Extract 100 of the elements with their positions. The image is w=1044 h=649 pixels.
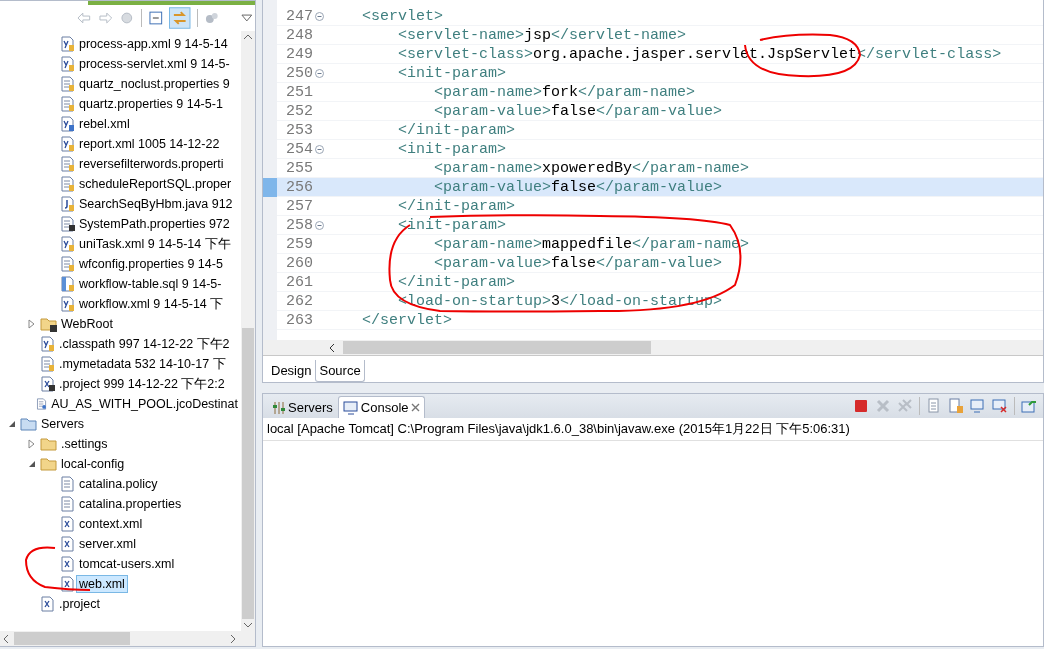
tree-item[interactable]: report.xml 1005 14-12-22 (76, 135, 223, 153)
tree-item[interactable]: process-app.xml 9 14-5-14 (76, 35, 231, 53)
xml-file-icon (40, 596, 56, 612)
collapse-all-icon[interactable] (147, 10, 164, 26)
file-icon (60, 296, 76, 312)
code-line: </init-param> (397, 273, 516, 291)
tree-item[interactable]: catalina.policy (76, 475, 161, 493)
line-number: 258 (285, 216, 313, 234)
code-line: </init-param> (397, 197, 516, 215)
line-number: 260 (285, 254, 313, 272)
fold-icon[interactable] (315, 220, 324, 230)
monitor-close-icon[interactable] (992, 398, 1008, 414)
file-icon (60, 276, 76, 292)
tree-item[interactable]: SearchSeqByHbm.java 912 (76, 195, 236, 213)
code-line: <init-param> (397, 216, 507, 234)
tree-item[interactable]: local-config (58, 455, 128, 473)
new-console-icon[interactable] (1021, 398, 1037, 414)
tree-item[interactable]: .project 999 14-12-22 下午2:2 (56, 373, 228, 395)
monitor-icon[interactable] (970, 398, 986, 414)
view-tab[interactable]: Console (337, 396, 425, 418)
code-line: <param-value>false</param-value> (433, 254, 723, 272)
line-number: 255 (285, 159, 313, 177)
tree-item[interactable]: web.xml (76, 575, 128, 593)
file-icon (60, 256, 76, 272)
view-tab[interactable]: Servers (267, 396, 338, 418)
close-icon[interactable] (410, 403, 420, 412)
line-number: 252 (285, 102, 313, 120)
line-number: 251 (285, 83, 313, 101)
line-number: 263 (285, 311, 313, 329)
line-number: 247 (285, 7, 313, 25)
fold-icon[interactable] (315, 11, 324, 21)
line-number: 257 (285, 197, 313, 215)
tree-item[interactable]: Servers (38, 415, 88, 433)
code-line: <init-param> (397, 64, 507, 82)
file-icon (60, 76, 76, 92)
line-number: 254 (285, 140, 313, 158)
editor-tab[interactable]: Source (315, 360, 365, 382)
code-line: <param-value>false</param-value> (433, 102, 723, 120)
xml-file-icon (60, 576, 76, 592)
tree-item[interactable]: .project (56, 595, 103, 613)
tree-item[interactable]: quartz.properties 9 14-5-1 (76, 95, 226, 113)
file-icon (60, 36, 76, 52)
tree-item[interactable]: workflow-table.sql 9 14-5- (76, 275, 225, 293)
tree-item[interactable]: .mymetadata 532 14-10-17 下 (56, 353, 229, 375)
stop-icon[interactable] (853, 398, 869, 414)
document-icon[interactable] (926, 398, 942, 414)
tree-item[interactable]: wfconfig.properties 9 14-5 (76, 255, 226, 273)
file-icon (60, 96, 76, 112)
servers-icon (272, 400, 286, 415)
file-icon (60, 236, 76, 252)
line-number: 253 (285, 121, 313, 139)
tree-item[interactable]: workflow.xml 9 14-5-14 下 (76, 293, 227, 315)
filter-icon[interactable] (203, 10, 220, 26)
tree-item[interactable]: WebRoot (58, 315, 116, 333)
tab-label: Servers (288, 400, 333, 415)
tree-item[interactable]: context.xml (76, 515, 146, 533)
file-icon (60, 496, 76, 512)
xml-file-icon (60, 556, 76, 572)
tree-item[interactable]: catalina.properties (76, 495, 185, 513)
file-icon (60, 476, 76, 492)
lock-document-icon[interactable] (948, 398, 964, 414)
code-line: <servlet> (361, 7, 444, 25)
file-icon (40, 356, 56, 372)
line-number: 261 (285, 273, 313, 291)
fold-icon[interactable] (315, 144, 324, 154)
file-icon (36, 396, 49, 412)
code-line: </servlet> (361, 311, 453, 329)
horizontal-scrollbar[interactable] (263, 340, 1043, 355)
tree-item[interactable]: quartz_noclust.properties 9 (76, 75, 233, 93)
tree-item[interactable]: AU_AS_WITH_POOL.jcoDestinat (48, 395, 241, 413)
xml-file-icon (40, 376, 56, 392)
line-number: 248 (285, 26, 313, 44)
open-folder-icon (20, 416, 38, 432)
code-line: <param-name>xpoweredBy</param-name> (433, 159, 750, 177)
folder-icon (40, 316, 58, 332)
horizontal-scrollbar[interactable] (0, 631, 255, 646)
link-editor-icon[interactable] (169, 7, 191, 29)
back-arrow-icon[interactable] (76, 10, 92, 26)
tree-item[interactable]: process-servlet.xml 9 14-5- (76, 55, 233, 73)
vertical-scrollbar[interactable] (241, 31, 255, 631)
file-icon (60, 116, 76, 132)
tree-item[interactable]: .classpath 997 14-12-22 下午2 (56, 333, 233, 355)
console-title: local [Apache Tomcat] C:\Program Files\java\jdk1.6.0_38\bin\javaw.exe (2015年1月22日 下午5:06:31) (263, 418, 1043, 441)
tree-item[interactable]: .settings (58, 435, 111, 453)
file-icon (60, 216, 76, 232)
tree-item[interactable]: tomcat-users.xml (76, 555, 178, 573)
tree-item[interactable]: SystemPath.properties 972 (76, 215, 233, 233)
code-line: </init-param> (397, 121, 516, 139)
code-line: <servlet-name>jsp</servlet-name> (397, 26, 687, 44)
tree-item[interactable]: rebel.xml (76, 115, 133, 133)
file-icon (40, 336, 56, 352)
tree-item[interactable]: server.xml (76, 535, 139, 553)
tree-item[interactable]: uniTask.xml 9 14-5-14 下午 (76, 233, 234, 255)
file-icon (60, 136, 76, 152)
file-icon (60, 56, 76, 72)
fold-icon[interactable] (315, 68, 324, 78)
java-file-icon (60, 196, 76, 212)
tree-item[interactable]: reversefilterwords.properti (76, 155, 227, 173)
file-icon (60, 176, 76, 192)
tree-item[interactable]: scheduleReportSQL.proper (76, 175, 235, 193)
